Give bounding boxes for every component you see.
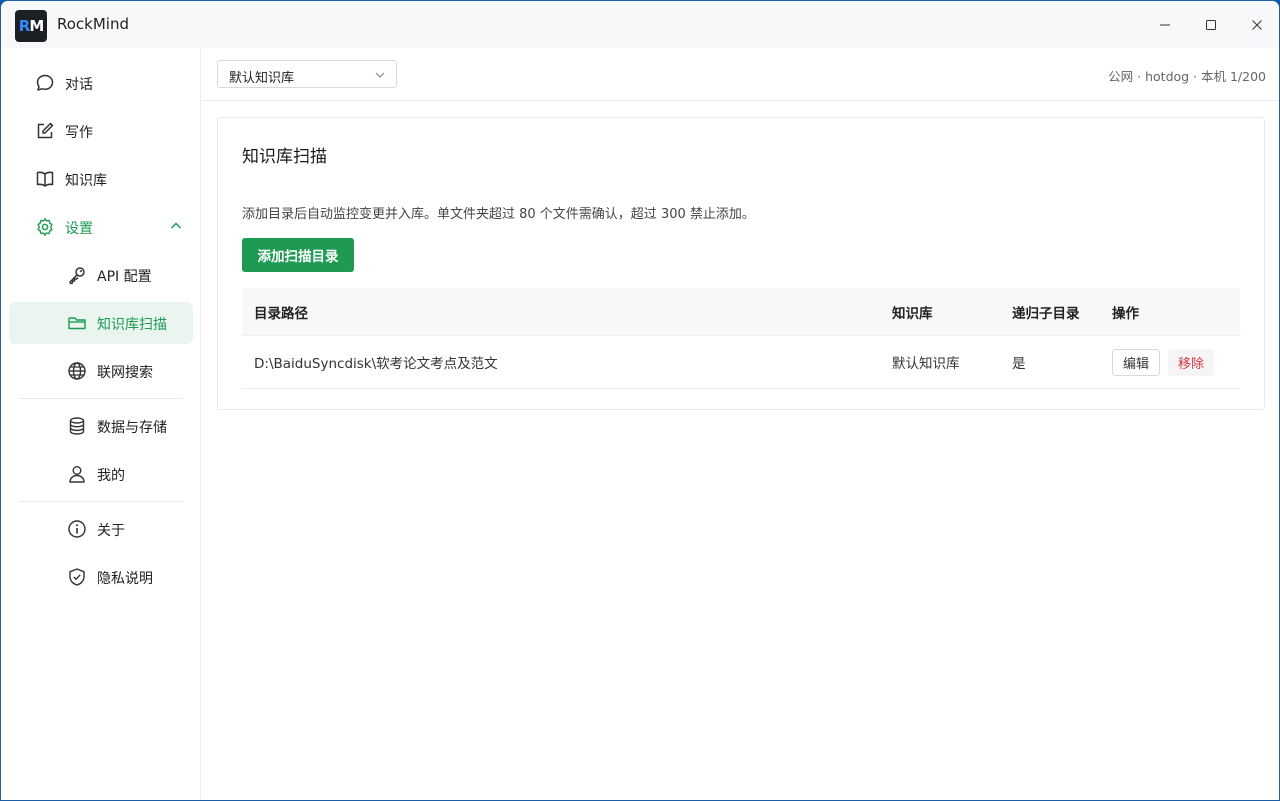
column-header-actions: 操作 <box>1112 305 1139 322</box>
scan-directory-table: 目录路径 知识库 递归子目录 操作 D:\BaiduSyncdisk\软考论文考… <box>242 288 1240 389</box>
sidebar-item-label: 数据与存储 <box>97 420 167 436</box>
sidebar-item-label: 对话 <box>65 77 93 93</box>
edit-button[interactable]: 编辑 <box>1112 348 1161 376</box>
sidebar-item-api-config[interactable]: API 配置 <box>9 254 193 296</box>
info-icon <box>68 520 86 538</box>
cell-kb: 默认知识库 <box>892 356 960 372</box>
knowledge-base-select[interactable]: 默认知识库 <box>217 60 397 88</box>
page-title: 知识库扫描 <box>242 147 327 167</box>
table-row: D:\BaiduSyncdisk\软考论文考点及范文 默认知识库 是 编辑 移除 <box>242 336 1240 389</box>
sidebar-item-web-search[interactable]: 联网搜索 <box>9 350 193 392</box>
cell-actions: 编辑 移除 <box>1112 336 1215 388</box>
minimize-button[interactable] <box>1142 1 1188 48</box>
logo-letter-r: R <box>18 17 31 35</box>
sidebar-item-label: 联网搜索 <box>97 365 153 381</box>
top-bar: 默认知识库 公网 · hotdog · 本机 1/200 <box>202 48 1279 101</box>
key-icon <box>69 267 85 285</box>
minimize-icon <box>1160 24 1170 25</box>
sidebar-item-chat[interactable]: 对话 <box>9 62 193 104</box>
remove-button[interactable]: 移除 <box>1168 348 1215 376</box>
column-header-recursive: 递归子目录 <box>1012 305 1080 322</box>
cell-path: D:\BaiduSyncdisk\软考论文考点及范文 <box>254 356 498 372</box>
kb-scan-card: 知识库扫描 添加目录后自动监控变更并入库。单文件夹超过 80 个文件需确认，超过… <box>217 117 1265 410</box>
column-header-path: 目录路径 <box>254 305 308 322</box>
app-logo-icon: RM <box>15 10 47 42</box>
folder-icon <box>68 317 86 330</box>
book-icon <box>36 171 54 187</box>
sidebar-item-label: 关于 <box>97 523 125 539</box>
sidebar-item-settings[interactable]: 设置 <box>9 206 193 248</box>
sidebar-item-data-storage[interactable]: 数据与存储 <box>9 405 193 447</box>
sidebar-item-about[interactable]: 关于 <box>9 508 193 550</box>
sidebar-item-label: 隐私说明 <box>97 571 153 587</box>
sidebar-item-label: 设置 <box>65 221 93 237</box>
user-icon <box>69 466 85 483</box>
add-scan-directory-button[interactable]: 添加扫描目录 <box>242 238 354 272</box>
gear-icon <box>37 218 53 236</box>
shield-icon <box>69 568 85 586</box>
sidebar-divider <box>19 501 183 502</box>
sidebar-item-label: API 配置 <box>97 269 152 285</box>
sidebar-item-privacy[interactable]: 隐私说明 <box>9 556 193 598</box>
column-header-kb: 知识库 <box>892 305 933 322</box>
cell-recursive: 是 <box>1012 356 1026 372</box>
globe-icon <box>68 362 86 380</box>
sidebar: 对话 写作 知识库 设置 API 配置 知识库扫描 联网搜索 数据与存储 我的 … <box>1 48 201 800</box>
close-icon <box>1252 19 1262 30</box>
title-bar: RM RockMind <box>1 1 1279 48</box>
close-button[interactable] <box>1234 1 1279 48</box>
sidebar-item-kb-scan[interactable]: 知识库扫描 <box>9 302 193 344</box>
logo-letter-m: M <box>29 17 44 35</box>
edit-icon <box>37 122 54 139</box>
sidebar-item-label: 知识库扫描 <box>97 317 167 333</box>
sidebar-item-profile[interactable]: 我的 <box>9 453 193 495</box>
table-header: 目录路径 知识库 递归子目录 操作 <box>242 288 1240 336</box>
chat-bubble-icon <box>36 74 54 91</box>
chevron-up-icon <box>170 222 182 229</box>
sidebar-item-writing[interactable]: 写作 <box>9 110 193 152</box>
app-window: RM RockMind 对话 写作 知识库 设置 API 配置 知识库扫描 联网… <box>0 0 1280 801</box>
sidebar-item-label: 我的 <box>97 468 125 484</box>
sidebar-item-knowledge-base[interactable]: 知识库 <box>9 158 193 200</box>
maximize-button[interactable] <box>1188 1 1234 48</box>
chevron-down-icon <box>375 72 385 78</box>
app-title: RockMind <box>57 15 129 33</box>
knowledge-base-select-value: 默认知识库 <box>229 71 295 86</box>
sidebar-divider <box>19 398 183 399</box>
database-icon <box>69 417 85 435</box>
connection-status: 公网 · hotdog · 本机 1/200 <box>1108 69 1266 84</box>
sidebar-item-label: 知识库 <box>65 173 107 189</box>
maximize-icon <box>1206 19 1216 30</box>
sidebar-item-label: 写作 <box>65 125 93 141</box>
page-description: 添加目录后自动监控变更并入库。单文件夹超过 80 个文件需确认，超过 300 禁… <box>242 207 755 222</box>
